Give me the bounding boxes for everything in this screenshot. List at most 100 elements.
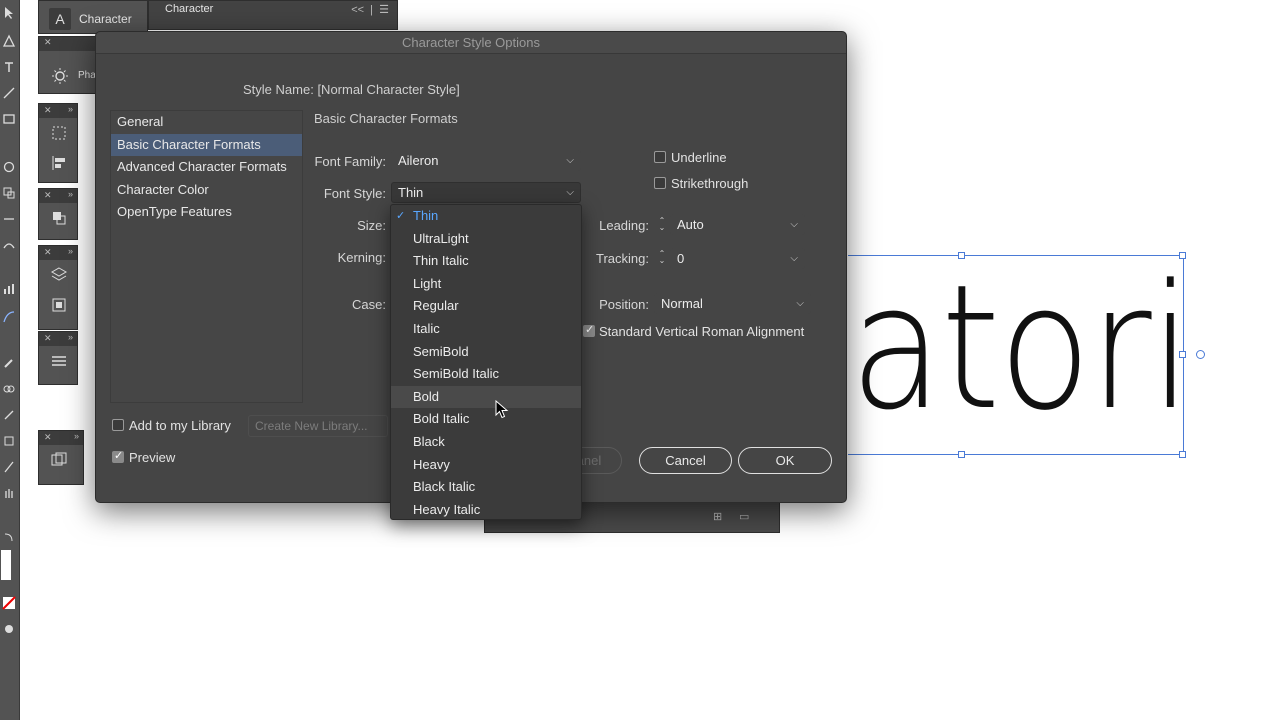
menu-item-heavy[interactable]: Heavy — [391, 454, 581, 477]
case-label: Case: — [352, 297, 386, 312]
bounding-handle[interactable] — [958, 451, 965, 458]
close-icon[interactable]: ✕ — [44, 333, 52, 344]
close-icon[interactable]: ✕ — [44, 105, 52, 116]
warp-tool-icon[interactable] — [2, 238, 16, 252]
menu-item-thin[interactable]: ✓ Thin — [391, 205, 581, 228]
expand-icon[interactable]: » — [74, 431, 79, 441]
preview-checkbox[interactable] — [112, 449, 124, 463]
tracking-select[interactable]: 0 ⌵ — [670, 248, 805, 269]
mesh-tool-icon[interactable] — [2, 310, 16, 324]
menu-item-black-italic[interactable]: Black Italic — [391, 476, 581, 499]
leading-value: Auto — [677, 217, 704, 232]
collapse-panel-icon[interactable]: << | ☰ — [351, 3, 389, 16]
checkmark-icon: ✓ — [396, 209, 406, 222]
blend-tool-icon[interactable] — [2, 382, 16, 396]
strikethrough-checkbox[interactable] — [654, 177, 666, 189]
vertical-roman-label: Standard Vertical Roman Alignment — [599, 324, 805, 339]
eyedropper-tool-icon[interactable] — [2, 356, 16, 370]
category-opentype-features[interactable]: OpenType Features — [111, 201, 302, 224]
paragraph-panel-close-icon[interactable]: ✕ — [39, 37, 97, 51]
selection-tool-icon[interactable] — [2, 6, 16, 20]
line-tool-icon[interactable] — [2, 86, 16, 100]
category-advanced-character-formats[interactable]: Advanced Character Formats — [111, 156, 302, 179]
rotate-handle[interactable] — [1196, 350, 1205, 359]
leading-select[interactable]: Auto ⌵ — [670, 214, 805, 235]
close-icon[interactable]: ✕ — [44, 432, 52, 443]
expand-icon[interactable]: » — [68, 246, 73, 256]
menu-item-bold[interactable]: Bold — [391, 385, 581, 409]
scale-tool-icon[interactable] — [2, 186, 16, 200]
underline-checkbox[interactable] — [654, 151, 666, 163]
font-family-label: Font Family: — [314, 154, 386, 169]
draw-mode-icon[interactable] — [2, 622, 16, 636]
character-panel-tab-label[interactable]: Character — [165, 3, 213, 15]
font-style-value: Thin — [398, 185, 424, 200]
category-character-color[interactable]: Character Color — [111, 179, 302, 202]
expand-icon[interactable]: » — [68, 332, 73, 342]
chevron-down-icon: ⌵ — [566, 155, 574, 166]
cancel-button[interactable]: Cancel — [639, 447, 732, 474]
close-icon[interactable]: ✕ — [44, 247, 52, 258]
width-tool-icon[interactable] — [2, 212, 16, 226]
artboards-icon[interactable] — [39, 445, 79, 475]
hand-tool-icon[interactable] — [2, 486, 16, 500]
new-layer-icon[interactable]: ⊞ — [713, 510, 722, 523]
fill-swatch[interactable] — [1, 550, 11, 580]
menu-item-black[interactable]: Black — [391, 431, 581, 454]
tools-panel — [0, 0, 20, 720]
category-general[interactable]: General — [111, 111, 302, 134]
type-tool-icon[interactable] — [2, 60, 16, 74]
position-select[interactable]: Normal ⌵ — [654, 293, 811, 314]
menu-item-thin-italic[interactable]: Thin Italic — [391, 250, 581, 273]
expand-icon[interactable]: » — [68, 189, 73, 199]
menu-item-light[interactable]: Light — [391, 273, 581, 296]
menu-item-semibold-italic[interactable]: SemiBold Italic — [391, 363, 581, 386]
style-name-row: Style Name: [Normal Character Style] — [243, 82, 460, 97]
menu-item-ultralight[interactable]: UltraLight — [391, 228, 581, 251]
bounding-handle[interactable] — [958, 252, 965, 259]
font-style-select[interactable]: Thin ⌵ — [391, 182, 581, 203]
ok-button[interactable]: OK — [738, 447, 832, 474]
character-panel-tab[interactable]: A Character — [38, 0, 148, 34]
bounding-handle[interactable] — [1179, 451, 1186, 458]
slice-tool-icon[interactable] — [2, 460, 16, 474]
layers-menu-icon[interactable] — [39, 346, 79, 376]
category-basic-character-formats[interactable]: Basic Character Formats — [111, 133, 302, 157]
strikethrough-label: Strikethrough — [671, 176, 749, 191]
swap-fill-stroke-icon[interactable] — [2, 530, 16, 544]
symbol-sprayer-tool-icon[interactable] — [2, 408, 16, 422]
pathfinder-icon[interactable] — [39, 203, 79, 233]
menu-item-semibold[interactable]: SemiBold — [391, 341, 581, 364]
vertical-roman-checkbox[interactable] — [583, 323, 595, 337]
delete-icon[interactable]: ▭ — [739, 510, 749, 523]
menu-item-heavy-italic[interactable]: Heavy Italic — [391, 499, 581, 522]
pen-tool-icon[interactable] — [2, 34, 16, 48]
none-swatch-icon[interactable] — [2, 596, 16, 610]
category-list: General Basic Character Formats Advanced… — [110, 110, 303, 403]
menu-item-bold-italic[interactable]: Bold Italic — [391, 408, 581, 431]
asset-export-icon[interactable] — [39, 290, 79, 320]
chevron-down-icon: ⌵ — [796, 298, 804, 309]
rectangle-tool-icon[interactable] — [2, 112, 16, 126]
add-to-library-checkbox[interactable] — [112, 419, 124, 431]
close-icon[interactable]: ✕ — [44, 190, 52, 201]
menu-item-italic[interactable]: Italic — [391, 318, 581, 341]
font-family-select[interactable]: Aileron ⌵ — [391, 150, 581, 171]
menu-item-regular[interactable]: Regular — [391, 295, 581, 318]
graph-tool-icon[interactable] — [2, 282, 16, 296]
tracking-stepper-icon[interactable]: ⌃ ⌄ — [657, 250, 667, 265]
mouse-cursor-icon — [495, 400, 509, 419]
expand-icon[interactable]: » — [68, 104, 73, 114]
chevron-down-icon: ⌵ — [790, 219, 798, 230]
transform-icon[interactable] — [39, 118, 79, 148]
bounding-handle[interactable] — [1179, 252, 1186, 259]
rotate-tool-icon[interactable] — [2, 160, 16, 174]
chevron-down-icon: ⌵ — [790, 253, 798, 264]
align-icon[interactable] — [39, 148, 79, 178]
bounding-handle[interactable] — [1179, 351, 1186, 358]
artboard-tool-icon[interactable] — [2, 434, 16, 448]
create-new-library-button: Create New Library... — [248, 415, 388, 437]
selection-bounding-box[interactable] — [848, 255, 1184, 455]
leading-stepper-icon[interactable]: ⌃ ⌄ — [657, 217, 667, 232]
libraries-icon[interactable] — [39, 260, 79, 290]
